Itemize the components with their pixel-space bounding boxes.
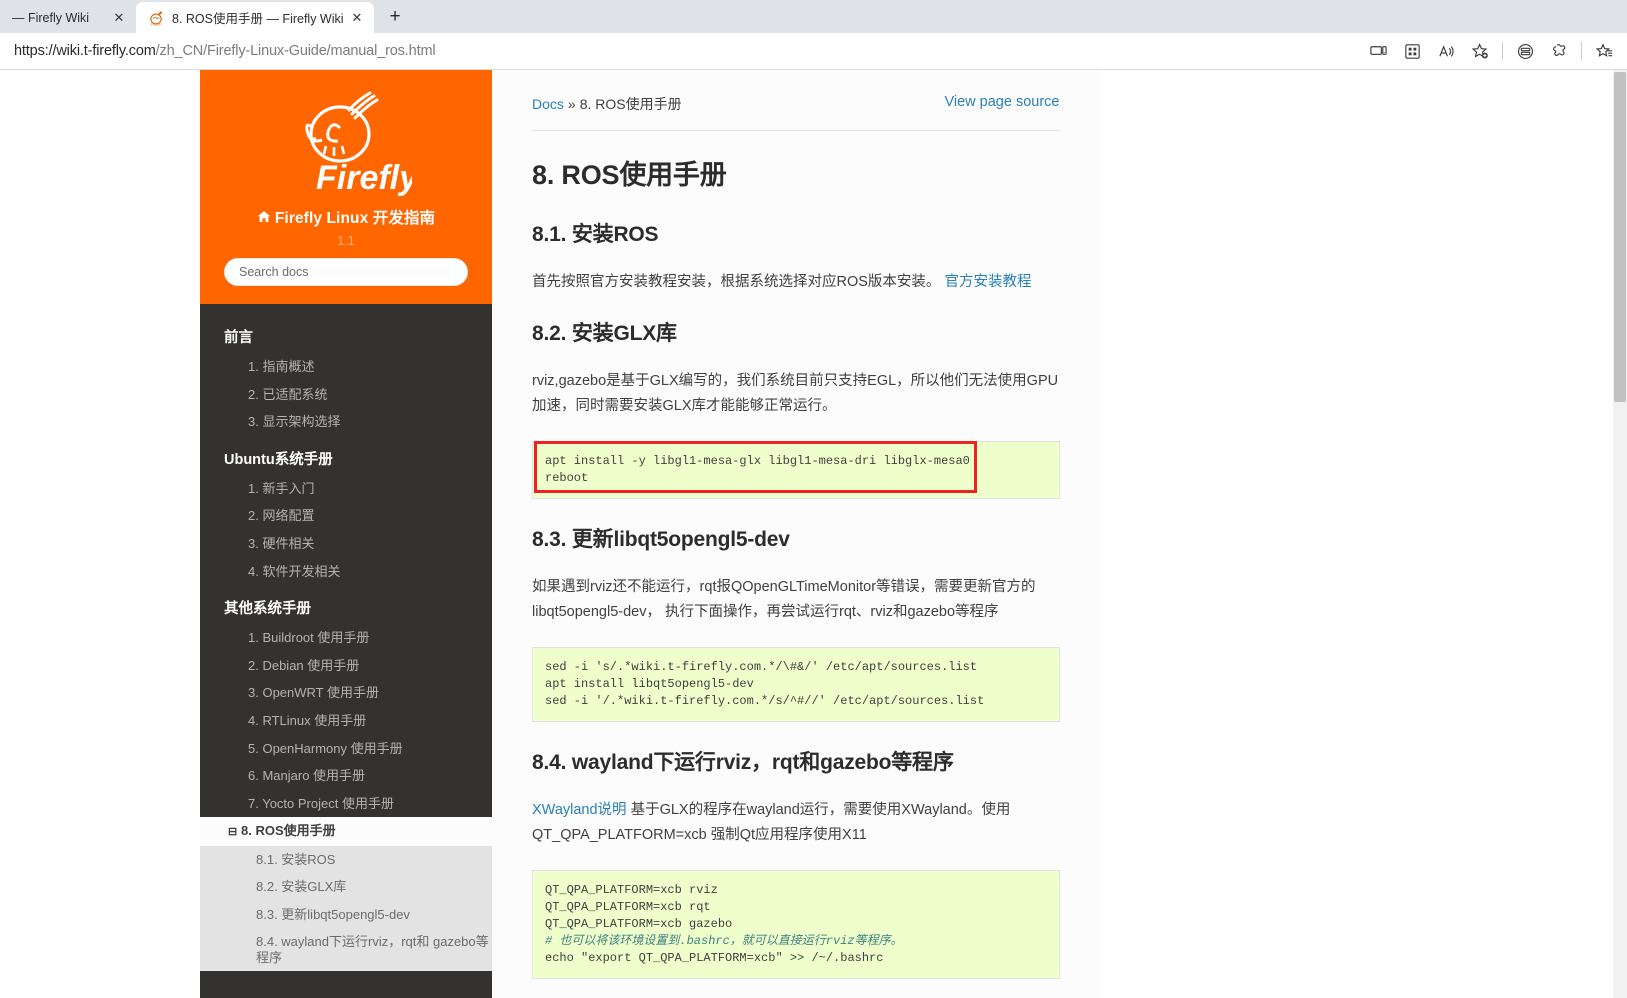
breadcrumb-separator: » [568,96,576,112]
device-cast-icon[interactable] [1361,36,1395,66]
scrollbar-thumb[interactable] [1614,72,1626,402]
breadcrumb-docs-link[interactable]: Docs [532,96,564,112]
new-tab-button[interactable]: + [380,3,410,31]
toolbar-divider [1502,42,1503,60]
tab-title: 8. ROS使用手册 — Firefly Wiki [172,8,344,27]
code-line: echo "export QT_QPA_PLATFORM=xcb" >> /~/… [545,951,883,965]
sidebar-item-hardware[interactable]: 3. 硬件相关 [200,530,492,558]
sidebar-title-text: Firefly Linux 开发指南 [275,210,435,227]
svg-text:Firefly: Firefly [316,159,412,197]
sidebar-item-openwrt[interactable]: 3. OpenWRT 使用手册 [200,679,492,707]
xwayland-doc-link[interactable]: XWayland说明 [532,802,627,818]
split-screen-icon[interactable] [1508,36,1542,66]
sidebar-item-openharmony[interactable]: 5. OpenHarmony 使用手册 [200,735,492,763]
sidebar-item-display-arch[interactable]: 3. 显示架构选择 [200,408,492,436]
browser-tab-1[interactable]: — Firefly Wiki ✕ [0,2,136,33]
section-paragraph-8-2: rviz,gazebo是基于GLX编写的，我们系统目前只支持EGL，所以他们无法… [532,369,1060,419]
sidebar-item-yocto[interactable]: 7. Yocto Project 使用手册 [200,790,492,818]
browser-tab-2[interactable]: Firefly 8. ROS使用手册 — Firefly Wiki ✕ [136,2,374,33]
sidebar-search-wrap [200,248,492,286]
close-icon[interactable]: ✕ [110,9,128,27]
section-paragraph-8-1: 首先按照官方安装教程安装，根据系统选择对应ROS版本安装。 官方安装教程 [532,270,1060,295]
sidebar-item-manjaro[interactable]: 6. Manjaro 使用手册 [200,762,492,790]
sidebar-item-software-dev[interactable]: 4. 软件开发相关 [200,558,492,586]
code-wrap-8-2: apt install -y libgl1-mesa-glx libgl1-me… [532,441,1060,499]
page-scrollbar[interactable] [1613,70,1627,998]
favorites-icon[interactable] [1587,36,1621,66]
svg-text:Firefly: Firefly [151,22,161,26]
section-paragraph-8-4: XWayland说明 基于GLX的程序在wayland运行，需要使用XWayla… [532,798,1060,848]
breadcrumb-divider [532,130,1060,131]
sidebar-subitem-wayland[interactable]: 8.4. wayland下运行rviz，rqt和 gazebo等程序 [200,928,492,971]
code-line: QT_QPA_PLATFORM=xcb gazebo [545,917,732,931]
section-paragraph-8-3: 如果遇到rviz还不能运行，rqt报QOpenGLTimeMonitor等错误，… [532,575,1060,625]
breadcrumb-current: 8. ROS使用手册 [580,96,682,112]
section-heading-8-3: 8.3. 更新libqt5opengl5-dev [532,523,1060,553]
sidebar-title[interactable]: Firefly Linux 开发指南 [200,206,492,228]
sidebar-caption-ubuntu: Ubuntu系统手册 [200,436,492,475]
url-origin: https://wiki.t-firefly.com [14,43,156,59]
browser-window: — Firefly Wiki ✕ Firefly 8. ROS使用手册 — Fi… [0,0,1627,998]
sidebar-item-guide-overview[interactable]: 1. 指南概述 [200,353,492,381]
docs-content: Docs»8. ROS使用手册 View page source 8. ROS使… [492,70,1100,998]
sidebar-nav: 前言 1. 指南概述 2. 已适配系统 3. 显示架构选择 Ubuntu系统手册… [200,304,492,971]
read-aloud-icon[interactable] [1429,36,1463,66]
extensions-icon[interactable] [1542,36,1576,66]
paragraph-text: 首先按照官方安装教程安装，根据系统选择对应ROS版本安装。 [532,274,940,290]
section-heading-8-2: 8.2. 安装GLX库 [532,317,1060,347]
url-input[interactable]: https://wiki.t-firefly.com/zh_CN/Firefly… [0,43,1361,59]
tab-strip: — Firefly Wiki ✕ Firefly 8. ROS使用手册 — Fi… [0,0,1627,33]
close-icon[interactable]: ✕ [348,9,366,27]
page-title: 8. ROS使用手册 [532,153,1060,192]
sidebar-item-rtlinux[interactable]: 4. RTLinux 使用手册 [200,707,492,735]
view-page-source-link[interactable]: View page source [944,94,1059,110]
sidebar-version: 1.1 [200,234,492,248]
sidebar-item-network-config[interactable]: 2. 网络配置 [200,502,492,530]
home-icon [257,210,271,228]
code-block-libqt5[interactable]: sed -i 's/.*wiki.t-firefly.com.*/\#&/' /… [532,647,1060,722]
section-heading-8-4: 8.4. wayland下运行rviz，rqt和gazebo等程序 [532,746,1060,776]
add-favorite-icon[interactable] [1463,36,1497,66]
tab-title: — Firefly Wiki [12,11,106,25]
toolbar-divider-2 [1581,42,1582,60]
sidebar-caption-other-systems: 其他系统手册 [200,585,492,624]
collapse-toggle-icon[interactable]: ⊟ [228,826,241,839]
url-path: /zh_CN/Firefly-Linux-Guide/manual_ros.ht… [156,43,436,59]
docs-sidebar: Firefly Firefly Linux 开发指南 1.1 前言 1. 指南概… [200,70,492,998]
sidebar-header: Firefly Firefly Linux 开发指南 1.1 [200,70,492,304]
sidebar-subitem-update-libqt5[interactable]: 8.3. 更新libqt5opengl5-dev [200,901,492,929]
collections-icon[interactable] [1395,36,1429,66]
code-line: QT_QPA_PLATFORM=xcb rviz [545,883,718,897]
official-install-guide-link[interactable]: 官方安装教程 [944,274,1031,290]
breadcrumb-row: Docs»8. ROS使用手册 View page source [532,94,1060,114]
section-heading-8-1: 8.1. 安装ROS [532,218,1060,248]
page-left-gutter [0,70,200,998]
code-block-wayland[interactable]: QT_QPA_PLATFORM=xcb rviz QT_QPA_PLATFORM… [532,870,1060,979]
sidebar-caption-preface: 前言 [200,314,492,353]
sidebar-item-debian[interactable]: 2. Debian 使用手册 [200,652,492,680]
search-input[interactable] [224,258,468,286]
sidebar-subitem-install-ros[interactable]: 8.1. 安装ROS [200,846,492,874]
page-viewport: Firefly Firefly Linux 开发指南 1.1 前言 1. 指南概… [0,70,1627,998]
code-comment-line: # 也可以将该环境设置到.bashrc，就可以直接运行rviz等程序。 [545,934,903,948]
code-line: QT_QPA_PLATFORM=xcb rqt [545,900,711,914]
sidebar-item-supported-systems[interactable]: 2. 已适配系统 [200,381,492,409]
firefly-favicon: Firefly [148,9,165,26]
sidebar-item-buildroot[interactable]: 1. Buildroot 使用手册 [200,624,492,652]
code-block-glx[interactable]: apt install -y libgl1-mesa-glx libgl1-me… [532,441,1060,499]
sidebar-item-ros-manual[interactable]: ⊟8. ROS使用手册 [200,817,492,845]
page-right-gutter [1100,70,1627,998]
sidebar-item-getting-started[interactable]: 1. 新手入门 [200,475,492,503]
firefly-logo[interactable]: Firefly [200,80,492,200]
sidebar-subitem-install-glx[interactable]: 8.2. 安装GLX库 [200,873,492,901]
breadcrumb: Docs»8. ROS使用手册 [532,94,682,114]
sidebar-item-label: 8. ROS使用手册 [241,823,336,838]
toolbar-icons [1361,36,1627,66]
address-bar[interactable]: https://wiki.t-firefly.com/zh_CN/Firefly… [0,33,1627,70]
